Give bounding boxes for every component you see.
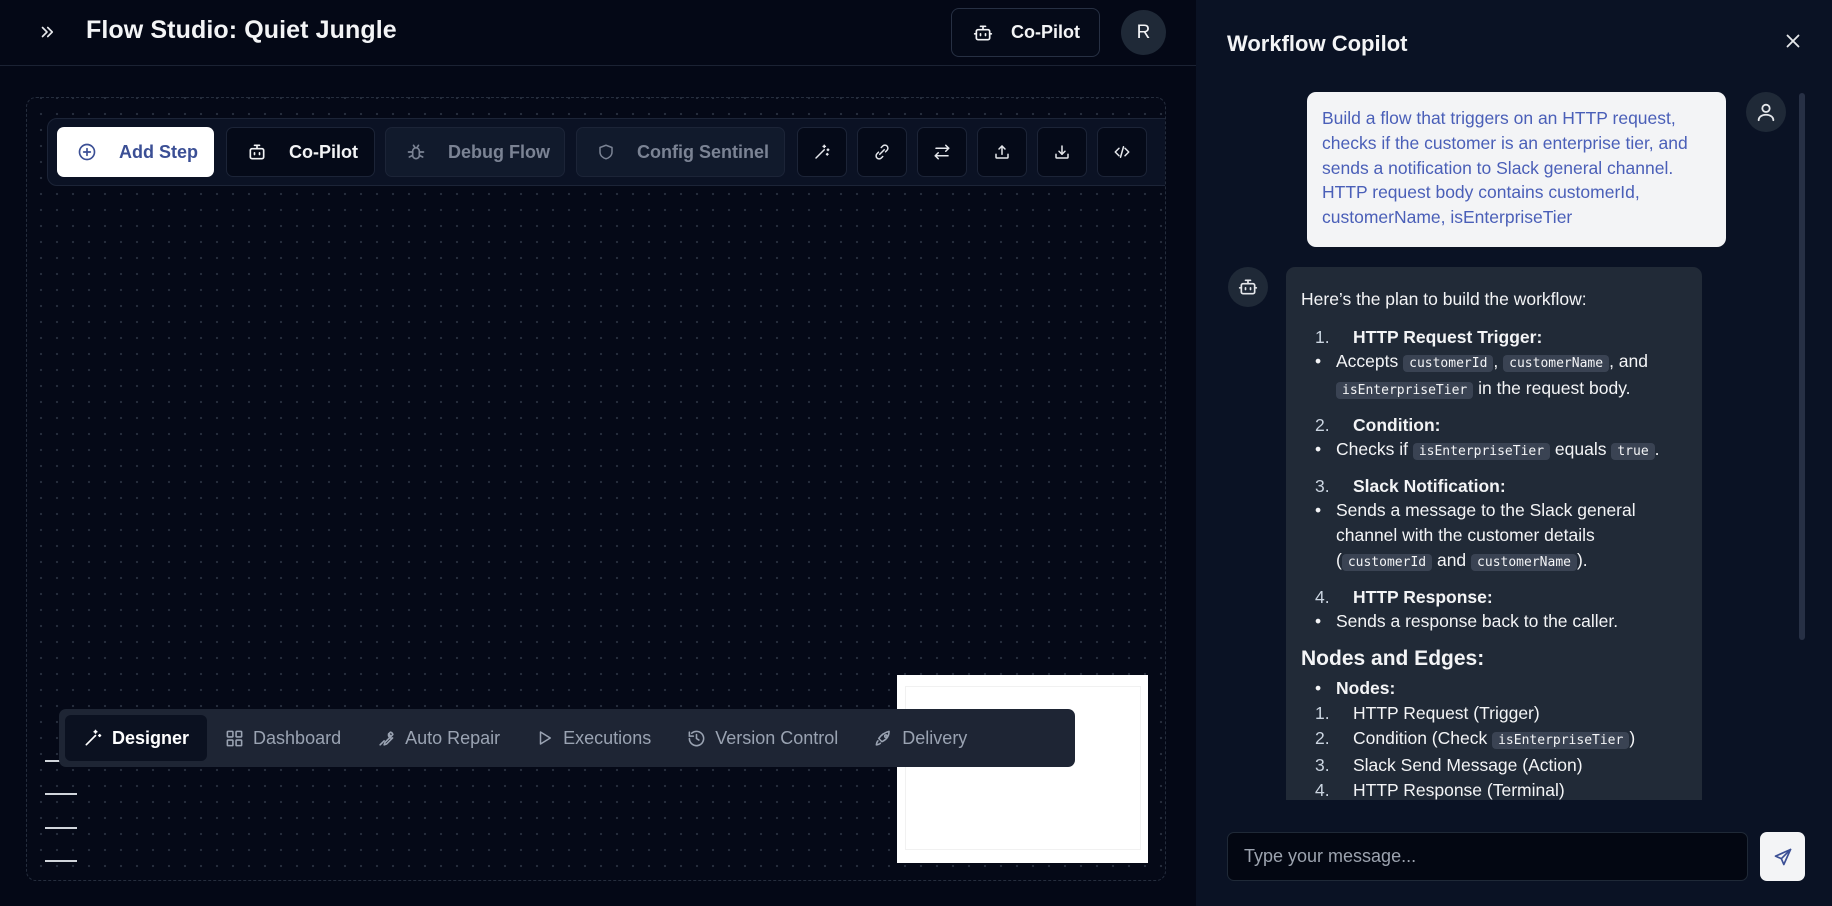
debug-flow-label: Debug Flow	[448, 141, 550, 162]
nav-executions[interactable]: Executions	[518, 715, 669, 761]
add-step-label: Add Step	[119, 141, 198, 162]
magic-wand-button[interactable]	[797, 127, 847, 177]
copilot-panel: Workflow Copilot Build a flow that trigg…	[1196, 0, 1832, 906]
plan-step: 1. HTTP Request Trigger: • Accepts custome…	[1301, 325, 1687, 403]
bot-icon	[973, 25, 993, 41]
bot-icon	[249, 144, 265, 160]
node-list-item: 3. Slack Send Message (Action)	[1315, 755, 1583, 775]
nav-designer-label: Designer	[112, 727, 190, 748]
nav-dashboard-label: Dashboard	[253, 727, 342, 748]
debug-flow-button[interactable]: Debug Flow	[385, 127, 565, 177]
nav-auto-repair[interactable]: Auto Repair	[359, 715, 518, 761]
swap-icon	[934, 144, 950, 160]
toolbar-copilot-button[interactable]: Co-Pilot	[226, 127, 375, 177]
wrench-icon	[379, 730, 394, 746]
panel-title: Workflow Copilot	[1227, 31, 1408, 56]
copilot-button[interactable]: Co-Pilot	[951, 8, 1100, 57]
nav-version-control[interactable]: Version Control	[669, 715, 856, 761]
plan-step: 2. Condition: • Checks if isEnterpriseTier…	[1301, 413, 1687, 464]
nodes-label: Nodes:	[1336, 678, 1396, 698]
nav-version-control-label: Version Control	[715, 727, 839, 748]
nav-auto-repair-label: Auto Repair	[405, 727, 501, 748]
bot-message-avatar	[1228, 267, 1268, 307]
user-message-avatar	[1746, 92, 1786, 132]
bug-icon	[407, 144, 425, 160]
code-icon	[1114, 146, 1130, 158]
upload-icon	[995, 145, 1009, 159]
node-list-item: 1. HTTP Request (Trigger)	[1315, 703, 1540, 723]
chat-scrollbar[interactable]	[1799, 93, 1805, 640]
rocket-icon	[875, 730, 891, 746]
nav-designer[interactable]: Designer	[65, 715, 208, 761]
node-list-item: 4. HTTP Response (Terminal)	[1315, 780, 1565, 800]
code-button[interactable]	[1097, 127, 1147, 177]
user-message-bubble: Build a flow that triggers on an HTTP re…	[1307, 92, 1726, 247]
step-bullet: Checks if isEnterpriseTier equals true.	[1336, 439, 1660, 460]
nav-delivery-label: Delivery	[902, 727, 968, 748]
send-icon	[1774, 848, 1791, 865]
step-number: 3.	[1315, 476, 1330, 496]
step-title: HTTP Response:	[1353, 587, 1493, 607]
close-panel-button[interactable]	[1782, 30, 1804, 52]
avatar-initial: R	[1136, 21, 1151, 43]
zoom-out-control[interactable]	[45, 793, 77, 795]
lock-control[interactable]	[45, 860, 77, 862]
config-sentinel-button[interactable]: Config Sentinel	[576, 127, 785, 177]
plan-step: 4. HTTP Response: • Sends a response back …	[1301, 585, 1687, 634]
magic-wand-icon	[815, 144, 830, 159]
nav-delivery[interactable]: Delivery	[856, 715, 985, 761]
step-bullet: Accepts customerId, customerName, and is…	[1336, 351, 1648, 399]
node-list-item: 2. Condition (Check isEnterpriseTier)	[1315, 728, 1636, 749]
history-icon	[688, 730, 705, 746]
nav-executions-label: Executions	[563, 727, 652, 748]
page-title: Flow Studio: Quiet Jungle	[86, 16, 397, 44]
step-number: 1.	[1315, 327, 1330, 347]
download-button[interactable]	[1037, 127, 1087, 177]
close-icon	[1786, 34, 1800, 48]
user-avatar[interactable]: R	[1121, 10, 1166, 55]
minimap[interactable]	[897, 675, 1148, 863]
magic-wand-icon	[85, 729, 102, 746]
step-number: 2.	[1315, 415, 1330, 435]
upload-button[interactable]	[977, 127, 1027, 177]
flow-studio-app: Flow Studio: Quiet Jungle Co-Pilot R Add…	[0, 0, 1196, 906]
copilot-button-label: Co-Pilot	[1011, 22, 1080, 42]
send-button[interactable]	[1760, 832, 1805, 881]
bot-intro: Here’s the plan to build the workflow:	[1301, 289, 1587, 309]
shield-icon	[599, 144, 613, 160]
download-icon	[1055, 145, 1069, 159]
step-title: Condition:	[1353, 415, 1441, 435]
add-step-button[interactable]: Add Step	[57, 127, 214, 177]
play-icon	[539, 731, 552, 745]
chevrons-right-icon	[41, 26, 54, 38]
step-title: HTTP Request Trigger:	[1353, 327, 1543, 347]
step-title: Slack Notification:	[1353, 476, 1506, 496]
dashboard-icon	[226, 730, 243, 746]
toolbar-copilot-label: Co-Pilot	[289, 141, 358, 162]
link-icon	[875, 144, 889, 160]
canvas-toolbar: Add Step Co-Pilot Debug Flow Config Sent…	[47, 118, 1165, 186]
swap-button[interactable]	[917, 127, 967, 177]
nodes-heading: Nodes and Edges:	[1301, 647, 1485, 670]
config-sentinel-label: Config Sentinel	[637, 141, 769, 162]
bot-message-bubble: Here’s the plan to build the workflow: 1…	[1286, 267, 1702, 800]
bot-icon	[1238, 279, 1258, 295]
step-bullet: Sends a message to the Slack general cha…	[1336, 500, 1636, 571]
step-bullet: Sends a response back to the caller.	[1336, 611, 1619, 631]
fit-view-control[interactable]	[45, 827, 77, 829]
step-number: 4.	[1315, 587, 1330, 607]
link-button[interactable]	[857, 127, 907, 177]
message-input[interactable]	[1227, 832, 1748, 881]
top-bar: Flow Studio: Quiet Jungle Co-Pilot R	[0, 0, 1196, 66]
nav-dashboard[interactable]: Dashboard	[207, 715, 359, 761]
bottom-nav: Designer Dashboard Auto Repair Execution…	[59, 709, 1075, 767]
plus-circle-icon	[78, 143, 96, 161]
expand-sidebar-button[interactable]	[34, 19, 60, 45]
user-icon	[1757, 103, 1775, 122]
plan-step: 3. Slack Notification: • Sends a message t…	[1301, 474, 1687, 575]
